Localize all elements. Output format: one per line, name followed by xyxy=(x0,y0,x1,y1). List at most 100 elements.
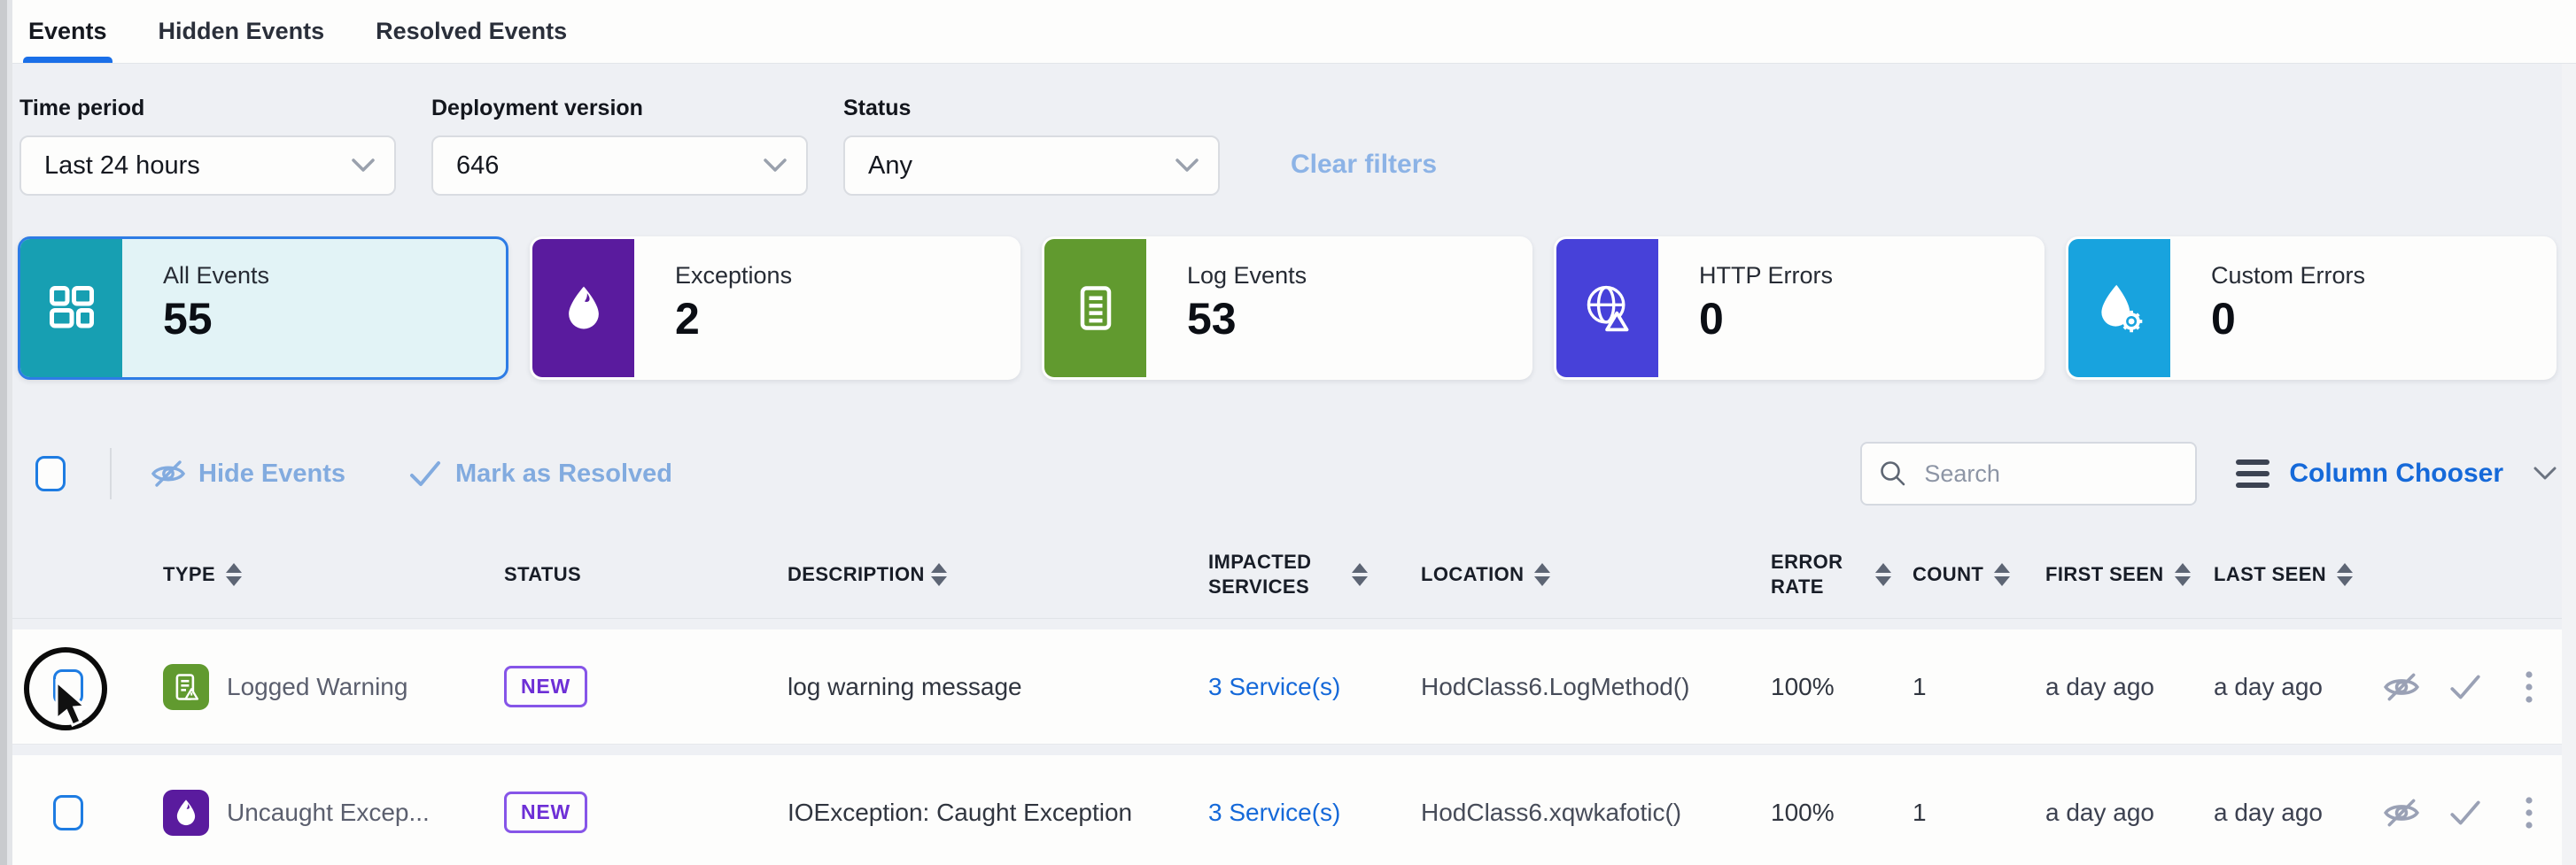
custom-error-icon xyxy=(2068,239,2170,377)
impacted-services-link[interactable]: 3 Service(s) xyxy=(1208,673,1340,701)
hide-event-icon[interactable] xyxy=(2383,669,2420,705)
log-warning-icon xyxy=(163,664,209,710)
chevron-down-icon xyxy=(764,158,787,173)
event-description: IOException: Caught Exception xyxy=(766,799,1187,827)
column-header-location[interactable]: LOCATION xyxy=(1400,562,1750,587)
mark-as-resolved-button[interactable]: Mark as Resolved xyxy=(407,459,672,489)
count-value: 1 xyxy=(1891,673,2024,701)
event-location: HodClass6.LogMethod() xyxy=(1400,673,1750,701)
column-header-error-rate[interactable]: ERROR RATE xyxy=(1750,550,1891,599)
tab-hidden-events[interactable]: Hidden Events xyxy=(159,0,325,63)
event-location: HodClass6.xqwkafotic() xyxy=(1400,799,1750,827)
search-icon xyxy=(1878,459,1908,489)
sort-icon[interactable] xyxy=(931,563,947,586)
search-input[interactable] xyxy=(1922,460,2179,489)
events-dashboard: Events Hidden Events Resolved Events Tim… xyxy=(0,0,2576,865)
card-exceptions[interactable]: Exceptions 2 xyxy=(530,236,1020,380)
row-checkbox[interactable] xyxy=(53,669,83,705)
card-http-errors[interactable]: HTTP Errors 0 xyxy=(1554,236,2045,380)
tab-events[interactable]: Events xyxy=(28,0,107,63)
right-scrollbar-gutter[interactable] xyxy=(2562,64,2576,865)
chevron-down-icon xyxy=(352,158,375,173)
status-badge: NEW xyxy=(504,792,587,833)
row-checkbox[interactable] xyxy=(53,795,83,830)
hide-event-icon[interactable] xyxy=(2383,795,2420,830)
status-label: Status xyxy=(843,96,1220,121)
select-all-checkbox[interactable] xyxy=(35,456,66,491)
first-seen-value: a day ago xyxy=(2024,673,2192,701)
event-description: log warning message xyxy=(766,673,1187,701)
column-header-description[interactable]: DESCRIPTION xyxy=(766,562,1187,587)
card-value: 53 xyxy=(1187,297,1307,341)
resolve-event-icon[interactable] xyxy=(2447,669,2484,705)
column-header-count[interactable]: COUNT xyxy=(1891,562,2024,587)
sort-icon[interactable] xyxy=(2175,563,2191,586)
check-icon xyxy=(407,459,443,489)
card-label: Log Events xyxy=(1187,262,1307,290)
deployment-version-value: 646 xyxy=(456,151,499,181)
count-value: 1 xyxy=(1891,799,2024,827)
table-row: Uncaught Excep... NEW IOException: Caugh… xyxy=(0,755,2576,865)
eye-slash-icon xyxy=(151,459,186,489)
time-period-value: Last 24 hours xyxy=(44,151,200,181)
sort-icon[interactable] xyxy=(1875,563,1891,586)
deployment-version-filter: Deployment version 646 xyxy=(431,96,808,196)
card-label: Exceptions xyxy=(675,262,792,290)
clear-filters-link[interactable]: Clear filters xyxy=(1291,150,1437,180)
deployment-version-select[interactable]: 646 xyxy=(431,135,808,196)
flame-icon xyxy=(532,239,634,377)
last-seen-value: a day ago xyxy=(2192,799,2365,827)
card-value: 2 xyxy=(675,297,792,341)
event-type-label: Logged Warning xyxy=(227,673,407,701)
resolve-event-icon[interactable] xyxy=(2447,795,2484,830)
status-value: Any xyxy=(868,151,912,181)
table-row: Logged Warning NEW log warning message 3… xyxy=(0,629,2576,745)
card-log-events[interactable]: Log Events 53 xyxy=(1042,236,1532,380)
search-box xyxy=(1860,442,2197,506)
column-header-last-seen[interactable]: LAST SEEN xyxy=(2192,562,2365,587)
sort-icon[interactable] xyxy=(1534,563,1550,586)
tab-resolved-events[interactable]: Resolved Events xyxy=(376,0,567,63)
event-type-label: Uncaught Excep... xyxy=(227,799,430,827)
sort-icon[interactable] xyxy=(1352,563,1368,586)
time-period-label: Time period xyxy=(19,96,396,121)
summary-cards: All Events 55 Exceptions 2 Log E xyxy=(0,196,2576,380)
hide-events-button[interactable]: Hide Events xyxy=(151,459,345,489)
deployment-version-label: Deployment version xyxy=(431,96,808,121)
error-rate-value: 100% xyxy=(1750,799,1891,827)
filter-bar: Time period Last 24 hours Deployment ver… xyxy=(0,64,2576,196)
toolbar-divider xyxy=(110,448,112,499)
kebab-menu-icon[interactable] xyxy=(2510,795,2548,830)
impacted-services-link[interactable]: 3 Service(s) xyxy=(1208,799,1340,827)
column-header-first-seen[interactable]: FIRST SEEN xyxy=(2024,562,2192,587)
column-chooser-button[interactable]: Column Chooser xyxy=(2236,459,2557,489)
error-rate-value: 100% xyxy=(1750,673,1891,701)
time-period-filter: Time period Last 24 hours xyxy=(19,96,396,196)
exception-icon xyxy=(163,790,209,836)
card-all-events[interactable]: All Events 55 xyxy=(18,236,508,380)
kebab-menu-icon[interactable] xyxy=(2510,669,2548,705)
card-label: All Events xyxy=(163,262,269,290)
log-document-icon xyxy=(1044,239,1146,377)
column-header-status[interactable]: STATUS xyxy=(483,562,766,587)
sort-icon[interactable] xyxy=(2337,563,2353,586)
grid-icon xyxy=(20,239,122,377)
globe-error-icon xyxy=(1556,239,1658,377)
status-select[interactable]: Any xyxy=(843,135,1220,196)
last-seen-value: a day ago xyxy=(2192,673,2365,701)
card-value: 0 xyxy=(2211,297,2365,341)
first-seen-value: a day ago xyxy=(2024,799,2192,827)
card-value: 55 xyxy=(163,297,269,341)
card-label: HTTP Errors xyxy=(1699,262,1833,290)
chevron-down-icon xyxy=(1175,158,1199,173)
left-scrollbar-gutter[interactable] xyxy=(0,0,12,865)
column-header-type[interactable]: TYPE xyxy=(142,562,483,587)
column-header-impacted-services[interactable]: IMPACTED SERVICES xyxy=(1187,550,1400,599)
sort-icon[interactable] xyxy=(226,563,242,586)
hamburger-icon xyxy=(2236,460,2270,488)
time-period-select[interactable]: Last 24 hours xyxy=(19,135,396,196)
card-custom-errors[interactable]: Custom Errors 0 xyxy=(2066,236,2557,380)
tab-bar: Events Hidden Events Resolved Events xyxy=(0,0,2576,64)
sort-icon[interactable] xyxy=(1994,563,2010,586)
table-toolbar: Hide Events Mark as Resolved Column Choo… xyxy=(0,442,2557,506)
